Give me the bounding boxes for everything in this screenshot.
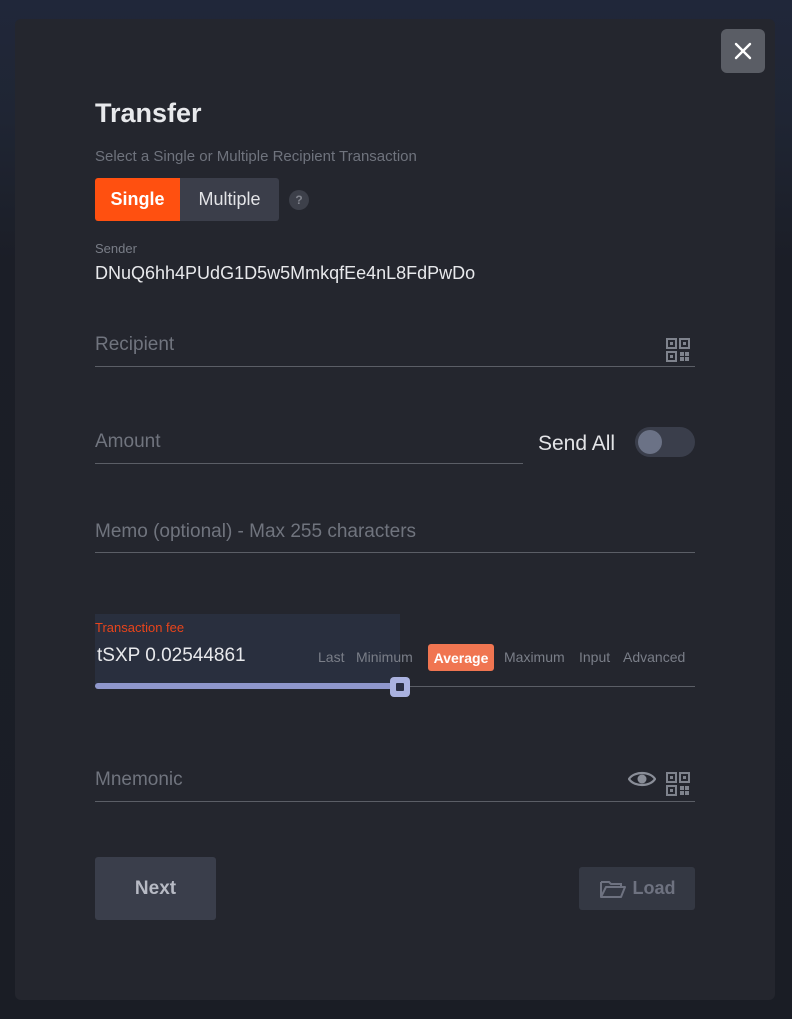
amount-underline: [95, 463, 523, 464]
sender-label: Sender: [95, 241, 137, 256]
amount-input[interactable]: Amount: [95, 431, 160, 453]
fee-option-average[interactable]: Average: [428, 644, 494, 671]
send-all-label: Send All: [538, 432, 616, 455]
multiple-mode-button[interactable]: Multiple: [180, 178, 279, 221]
fee-option-last[interactable]: Last: [318, 649, 344, 665]
fee-option-minimum[interactable]: Minimum: [356, 649, 413, 665]
close-icon: [734, 42, 752, 60]
fee-option-advanced[interactable]: Advanced: [623, 649, 685, 665]
recipient-input[interactable]: Recipient: [95, 334, 174, 356]
mnemonic-qr-code-icon[interactable]: [666, 772, 690, 796]
mnemonic-input[interactable]: Mnemonic: [95, 769, 183, 791]
next-button[interactable]: Next: [95, 857, 216, 920]
fee-option-maximum[interactable]: Maximum: [504, 649, 565, 665]
toggle-knob: [638, 430, 662, 454]
help-icon[interactable]: ?: [289, 190, 309, 210]
recipient-underline: [95, 366, 695, 367]
eye-icon[interactable]: [628, 769, 656, 789]
page-subtitle: Select a Single or Multiple Recipient Tr…: [95, 148, 417, 165]
single-mode-button[interactable]: Single: [95, 178, 180, 221]
memo-input[interactable]: Memo (optional) - Max 255 characters: [95, 521, 416, 543]
mnemonic-underline: [95, 801, 695, 802]
fee-slider-thumb[interactable]: [390, 677, 410, 697]
close-button[interactable]: [721, 29, 765, 73]
memo-underline: [95, 552, 695, 553]
send-all-toggle[interactable]: [635, 427, 695, 457]
fee-slider-fill: [95, 683, 400, 689]
fee-label: Transaction fee: [95, 620, 185, 635]
load-label: Load: [632, 878, 676, 898]
folder-open-icon: [599, 880, 626, 898]
fee-value: tSXP 0.02544861: [97, 645, 246, 666]
load-button[interactable]: Load: [579, 867, 695, 910]
transfer-modal: [15, 19, 775, 1000]
fee-option-input[interactable]: Input: [579, 649, 610, 665]
sender-address: DNuQ6hh4PUdG1D5w5MmkqfEe4nL8FdPwDo: [95, 263, 476, 283]
recipient-qr-code-icon[interactable]: [666, 338, 690, 362]
page-title: Transfer: [95, 98, 202, 128]
